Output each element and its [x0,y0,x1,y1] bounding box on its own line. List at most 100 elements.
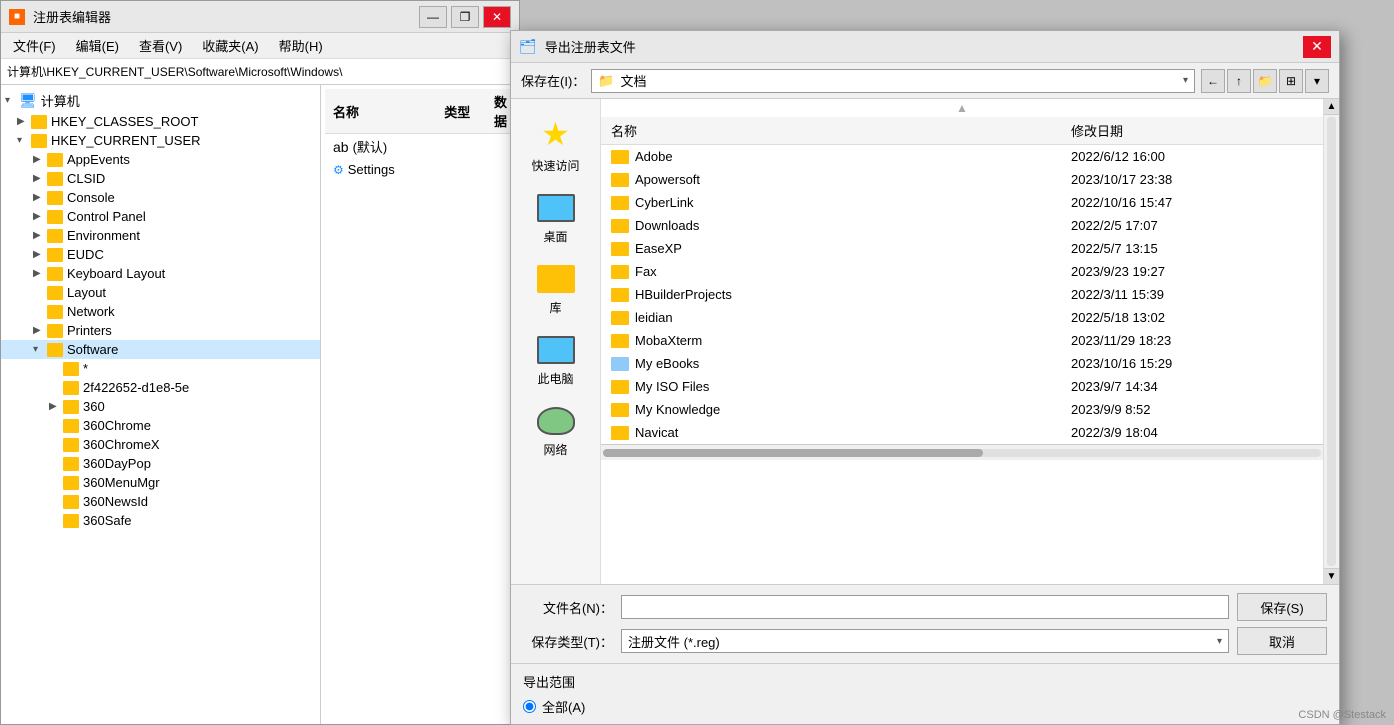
tree-item-360menumgr[interactable]: 360MenuMgr [1,473,320,492]
tree-item-computer[interactable]: ▾ 🖥 计算机 [1,89,320,112]
dialog-close-button[interactable]: ✕ [1303,36,1331,58]
tree-label: 360DayPop [83,456,151,471]
file-name-text: Fax [635,264,657,279]
up-button[interactable]: ↑ [1227,69,1251,93]
tree-item-environment[interactable]: ▶ Environment [1,226,320,245]
view-button[interactable]: ⊞ [1279,69,1303,93]
tree-item-360daypop[interactable]: 360DayPop [1,454,320,473]
folder-icon [611,173,629,187]
menu-view[interactable]: 查看(V) [131,34,190,57]
back-button[interactable]: ← [1201,69,1225,93]
filename-input[interactable] [621,595,1229,619]
reg-value-type [436,159,486,180]
menu-favorites[interactable]: 收藏夹(A) [194,34,266,57]
col-name-header[interactable]: 名称 [601,117,1061,145]
tree-item-classes-root[interactable]: ▶ HKEY_CLASSES_ROOT [1,112,320,131]
tree-item-appevents[interactable]: ▶ AppEvents [1,150,320,169]
view-dropdown-button[interactable]: ▾ [1305,69,1329,93]
file-table-row[interactable]: Downloads2022/2/5 17:07 [601,214,1323,237]
save-location-label: 保存在(I)： [521,71,585,90]
reg-editor-controls: — ❐ ✕ [419,6,511,28]
file-name-text: Navicat [635,425,678,440]
cancel-button[interactable]: 取消 [1237,627,1327,655]
reg-restore-button[interactable]: ❐ [451,6,479,28]
left-nav: ★ 快速访问 桌面 库 此电脑 网络 [511,99,601,584]
menu-file[interactable]: 文件(F) [5,34,64,57]
tree-arrow: ▶ [33,249,47,260]
file-name-cell: Adobe [601,145,1061,169]
file-name-cell: CyberLink [601,191,1061,214]
export-range-all-radio[interactable] [523,700,536,713]
file-table-row[interactable]: MobaXterm2023/11/29 18:23 [601,329,1323,352]
tree-item-star[interactable]: * [1,359,320,378]
tree-item-360chrome[interactable]: 360Chrome [1,416,320,435]
file-date-cell: 2023/9/7 14:34 [1061,375,1323,398]
file-name-text: My ISO Files [635,379,709,394]
tree-label: 360Safe [83,513,131,528]
reg-close-button[interactable]: ✕ [483,6,511,28]
nav-label: 桌面 [543,228,567,245]
tree-item-software[interactable]: ▾ Software [1,340,320,359]
nav-network[interactable]: 网络 [516,401,596,464]
tree-label: Software [67,342,118,357]
tree-item-printers[interactable]: ▶ Printers [1,321,320,340]
tree-item-eudc[interactable]: ▶ EUDC [1,245,320,264]
tree-item-layout[interactable]: Layout [1,283,320,302]
save-button[interactable]: 保存(S) [1237,593,1327,621]
tree-item-guid[interactable]: 2f422652-d1e8-5e [1,378,320,397]
reg-minimize-button[interactable]: — [419,6,447,28]
tree-item-360[interactable]: ▶ 360 [1,397,320,416]
file-table-row[interactable]: Navicat2022/3/9 18:04 [601,421,1323,444]
menu-edit[interactable]: 编辑(E) [68,34,127,57]
tree-label: Console [67,190,115,205]
table-row: ab (默认) [325,134,515,160]
tree-item-control-panel[interactable]: ▶ Control Panel [1,207,320,226]
file-table-row[interactable]: Fax2023/9/23 19:27 [601,260,1323,283]
tree-item-360newsid[interactable]: 360NewsId [1,492,320,511]
file-name-text: My Knowledge [635,402,720,417]
scroll-up-button[interactable]: ▲ [1324,99,1339,115]
filetype-combo[interactable]: 注册文件 (*.reg) ▾ [621,629,1229,653]
tree-item-current-user[interactable]: ▾ HKEY_CURRENT_USER [1,131,320,150]
file-name-cell: My Knowledge [601,398,1061,421]
tree-label: Network [67,304,115,319]
tree-item-360chromex[interactable]: 360ChromeX [1,435,320,454]
reg-editor-title: 注册表编辑器 [33,7,111,26]
path-combo[interactable]: 📁 文档 ▾ [591,69,1195,93]
tree-item-keyboard-layout[interactable]: ▶ Keyboard Layout [1,264,320,283]
file-date-cell: 2022/3/11 15:39 [1061,283,1323,306]
tree-label: 计算机 [41,91,80,110]
file-name-cell: MobaXterm [601,329,1061,352]
nav-library[interactable]: 库 [516,259,596,322]
file-table-row[interactable]: CyberLink2022/10/16 15:47 [601,191,1323,214]
file-table-row[interactable]: Apowersoft2023/10/17 23:38 [601,168,1323,191]
file-table-row[interactable]: EaseXP2022/5/7 13:15 [601,237,1323,260]
file-table-row[interactable]: My ISO Files 2023/9/7 14:34 [601,375,1323,398]
file-table-row[interactable]: My Knowledge2023/9/9 8:52 [601,398,1323,421]
nav-quick-access[interactable]: ★ 快速访问 [516,109,596,180]
nav-desktop[interactable]: 桌面 [516,188,596,251]
file-table-row[interactable]: Adobe2022/6/12 16:00 [601,145,1323,169]
vertical-scrollbar[interactable]: ▲ ▼ [1323,99,1339,584]
folder-icon [63,476,79,490]
file-table-row[interactable]: My eBooks2023/10/16 15:29 [601,352,1323,375]
file-table-row[interactable]: HBuilderProjects 2022/3/11 15:39 [601,283,1323,306]
new-folder-button[interactable]: 📁 [1253,69,1277,93]
export-range-title: 导出范围 [523,672,1327,691]
library-icon [537,265,575,293]
path-combo-arrow: ▾ [1183,75,1188,86]
filename-text-input[interactable] [628,600,1222,615]
menu-help[interactable]: 帮助(H) [271,34,331,57]
tree-item-console[interactable]: ▶ Console [1,188,320,207]
tree-item-network[interactable]: Network [1,302,320,321]
col-date-header[interactable]: 修改日期 [1061,117,1323,145]
folder-icon [47,343,63,357]
horizontal-scrollbar[interactable] [601,444,1323,460]
nav-this-pc[interactable]: 此电脑 [516,330,596,393]
file-name-text: HBuilderProjects [635,287,732,302]
scroll-down-button[interactable]: ▼ [1324,568,1339,584]
folder-icon [63,438,79,452]
tree-item-360safe[interactable]: 360Safe [1,511,320,530]
file-table-row[interactable]: leidian2022/5/18 13:02 [601,306,1323,329]
tree-item-clsid[interactable]: ▶ CLSID [1,169,320,188]
